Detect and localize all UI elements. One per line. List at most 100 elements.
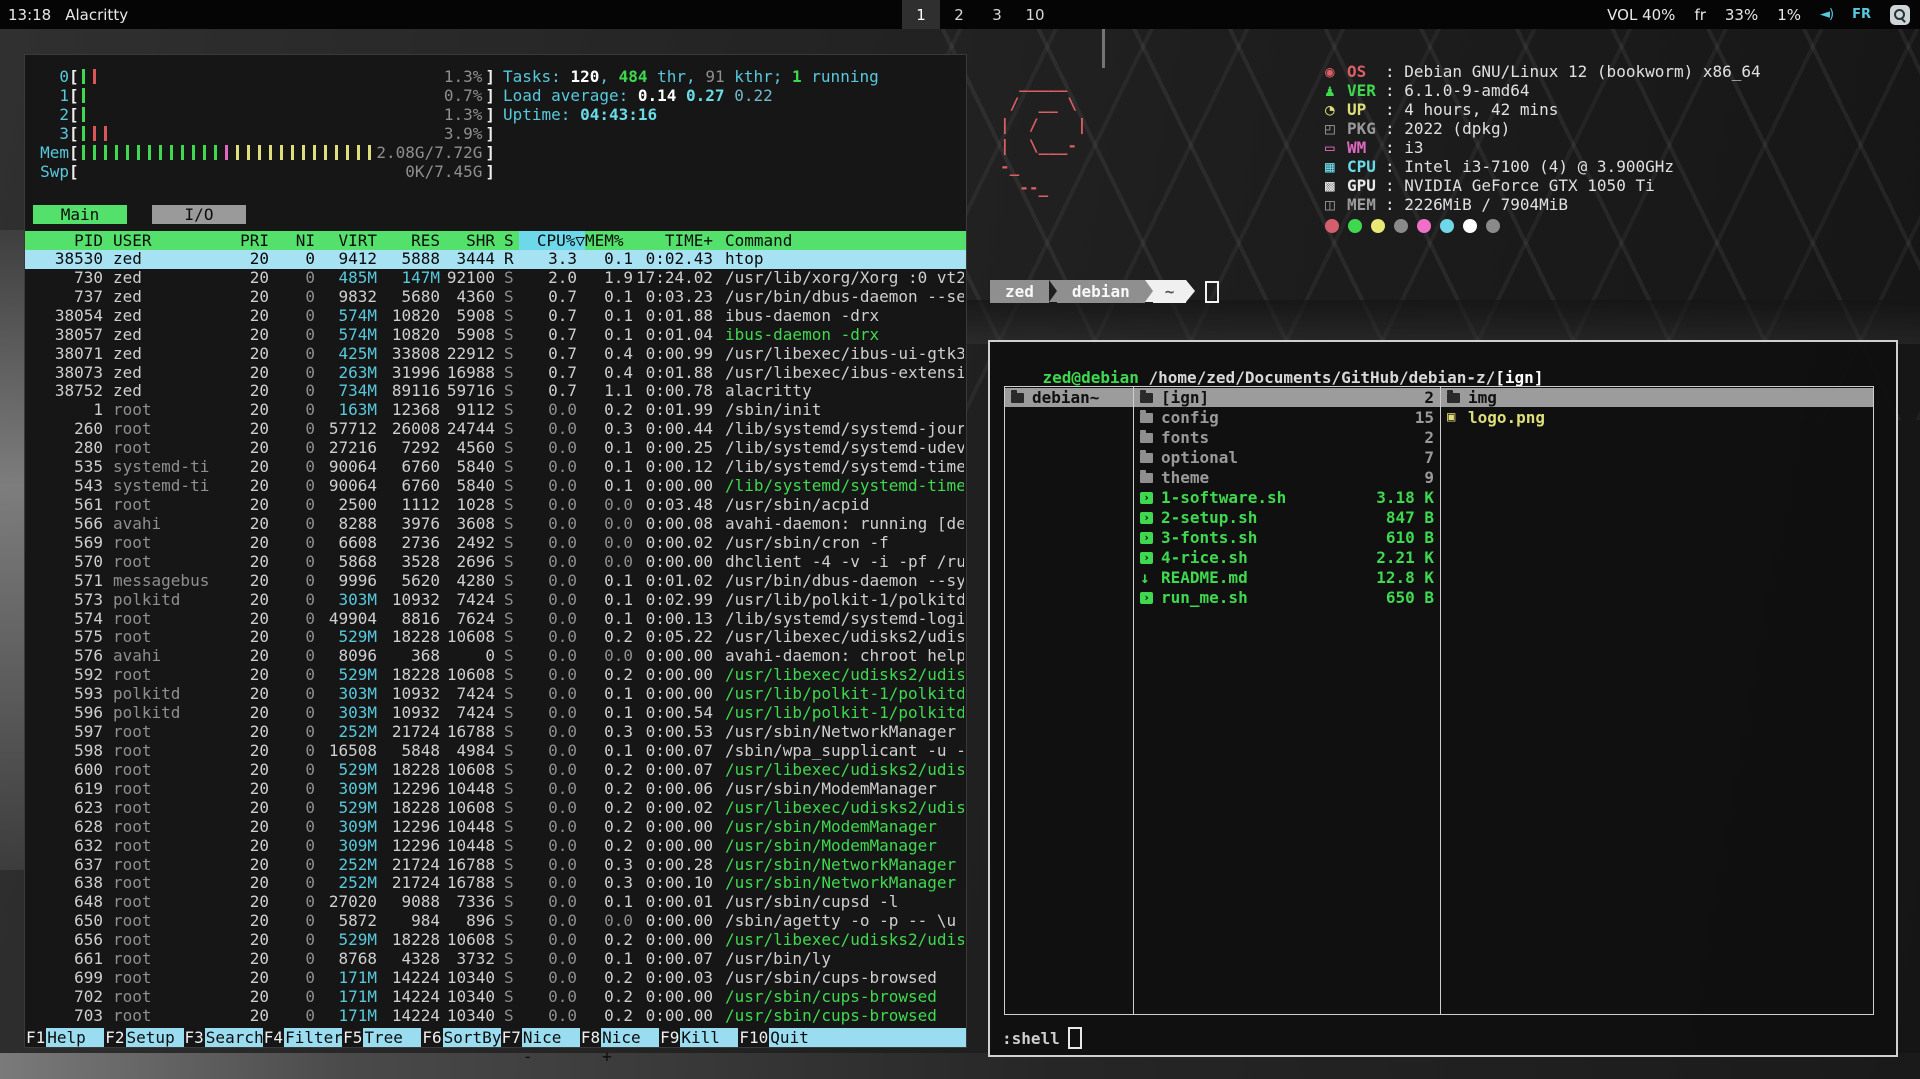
keyboard-layout-badge[interactable]: FR [1852,7,1871,22]
table-row[interactable]: 543systemd-ti2009006467605840S0.00.10:00… [25,477,966,496]
tab-io[interactable]: I/O [152,205,246,224]
file-name: 1-software.sh [1161,488,1376,507]
sysinfo-row: ◉OS : Debian GNU/Linux 12 (bookworm) x86… [1325,62,1761,81]
table-row[interactable]: 571messagebus200999656204280S0.00.10:01.… [25,572,966,591]
table-row[interactable]: 576avahi20080963680S0.00.00:00.00avahi-d… [25,647,966,666]
table-row[interactable]: 638root200252M2172416788S0.00.30:00.10/u… [25,874,966,893]
workspace-button-3[interactable]: 3 [978,0,1016,29]
fkey-f2[interactable]: F2Setup [104,1028,183,1047]
table-row[interactable]: 623root200529M1822810608S0.00.20:00.02/u… [25,799,966,818]
table-row[interactable]: 597root200252M2172416788S0.00.30:00.53/u… [25,723,966,742]
table-row[interactable]: 260root200577122600824744S0.00.30:00.44/… [25,420,966,439]
table-row[interactable]: 600root200529M1822810608S0.00.20:00.07/u… [25,761,966,780]
command-input[interactable]: :shell [1002,1029,1060,1048]
table-row[interactable]: 632root200309M1229610448S0.00.20:00.00/u… [25,837,966,856]
table-row[interactable]: 656root200529M1822810608S0.00.20:00.00/u… [25,931,966,950]
table-row[interactable]: 637root200252M2172416788S0.00.30:00.28/u… [25,856,966,875]
table-row[interactable]: 561root200250011121028S0.00.00:03.48/usr… [25,496,966,515]
table-row[interactable]: 575root200529M1822810608S0.00.20:05.22/u… [25,628,966,647]
table-row[interactable]: 619root200309M1229610448S0.00.20:00.06/u… [25,780,966,799]
list-item[interactable]: run_me.sh650 B [1134,588,1440,607]
table-row[interactable]: 280root2002721672924560S0.00.10:00.25/li… [25,439,966,458]
table-row[interactable]: 650root2005872984896S0.00.00:00.00/sbin/… [25,912,966,931]
list-item[interactable]: debian~ [1005,388,1133,407]
meter-bar [104,126,107,141]
table-row[interactable]: 570root200586835282696S0.00.00:00.00dhcl… [25,553,966,572]
column-header-res[interactable]: RES [377,231,440,250]
column-header-pri[interactable]: PRI [223,231,269,250]
table-row[interactable]: 535systemd-ti2009006467605840S0.00.10:00… [25,458,966,477]
fkey-f10[interactable]: F10Quit [738,1028,966,1047]
list-item[interactable]: 2-setup.sh847 B [1134,508,1440,527]
table-row[interactable]: 38530zed200941258883444R3.30.10:02.43hto… [25,250,966,269]
fkey-f9[interactable]: F9Kill [659,1028,738,1047]
table-row[interactable]: 566avahi200828839763608S0.00.00:00.08ava… [25,515,966,534]
table-row[interactable]: 730zed200485M147M92100S2.01.917:24.02/us… [25,269,966,288]
table-row[interactable]: 38057zed200574M108205908S0.70.10:01.04ib… [25,326,966,345]
fastfetch-output: _____ / __ \ | / | | \___- -_ --_ ◉OS : … [1000,62,1761,233]
column-header-time[interactable]: TIME+ [633,231,713,250]
fkey-f7[interactable]: F7Nice - [501,1028,580,1047]
table-row[interactable]: 1root200163M123689112S0.00.20:01.99/sbin… [25,401,966,420]
workspace-button-2[interactable]: 2 [940,0,978,29]
table-row[interactable]: 628root200309M1229610448S0.00.20:00.00/u… [25,818,966,837]
script-icon [1140,552,1153,564]
table-row[interactable]: 592root200529M1822810608S0.00.20:00.00/u… [25,666,966,685]
list-item[interactable]: README.md12.8 K [1134,568,1440,587]
list-item[interactable]: theme9 [1134,468,1440,487]
table-row[interactable]: 38073zed200263M3199616988S0.70.40:01.88/… [25,364,966,383]
list-item[interactable]: fonts2 [1134,428,1440,447]
fkey-f3[interactable]: F3Search [184,1028,263,1047]
list-item[interactable]: optional7 [1134,448,1440,467]
process-table-header[interactable]: PIDUSERPRINIVIRTRESSHRSCPU%▽MEM%TIME+Com… [25,231,966,250]
fkey-f4[interactable]: F4Filter [263,1028,342,1047]
workspace-button-10[interactable]: 10 [1016,0,1054,29]
table-row[interactable]: 574root2004990488167624S0.00.10:00.13/li… [25,610,966,629]
fkey-f1[interactable]: F1Help [25,1028,104,1047]
table-row[interactable]: 598root2001650858484984S0.00.10:00.07/sb… [25,742,966,761]
file-name: debian~ [1032,388,1127,407]
list-item[interactable]: 1-software.sh3.18 K [1134,488,1440,507]
meter-bar [269,145,272,160]
speaker-icon[interactable]: ◄) [1820,7,1833,22]
list-item[interactable]: 4-rice.sh2.21 K [1134,548,1440,567]
table-row[interactable]: 648root2002702090887336S0.00.10:00.01/us… [25,893,966,912]
sysinfo-label: VER [1347,81,1385,100]
sysinfo-value: Intel i3-7100 (4) @ 3.900GHz [1404,157,1674,176]
table-row[interactable]: 702root200171M1422410340S0.00.20:00.00/u… [25,988,966,1007]
column-header-user[interactable]: USER [113,231,223,250]
table-row[interactable]: 661root200876843283732S0.00.10:00.07/usr… [25,950,966,969]
column-header-cpu[interactable]: CPU%▽ [519,231,585,250]
table-row[interactable]: 737zed200983256804360S0.70.10:03.23/usr/… [25,288,966,307]
table-row[interactable]: 699root200171M1422410340S0.00.20:00.03/u… [25,969,966,988]
magnifier-tray-icon[interactable] [1890,5,1910,25]
table-row[interactable]: 596polkitd200303M109327424S0.00.10:00.54… [25,704,966,723]
folder-icon [1140,393,1153,403]
column-header-pid[interactable]: PID [25,231,103,250]
table-row[interactable]: 593polkitd200303M109327424S0.00.10:00.00… [25,685,966,704]
fkey-f6[interactable]: F6SortBy [421,1028,500,1047]
table-row[interactable]: 38752zed200734M8911659716S0.71.10:00.78a… [25,382,966,401]
folder-icon [1140,413,1153,423]
meter-value: 1.3% [444,105,483,124]
list-item[interactable]: 3-fonts.sh610 B [1134,528,1440,547]
list-item[interactable]: logo.png [1441,408,1873,427]
column-header-shr[interactable]: SHR [440,231,495,250]
list-item[interactable]: img [1441,388,1873,407]
fkey-f8[interactable]: F8Nice + [580,1028,659,1047]
workspace-button-1[interactable]: 1 [902,0,940,29]
fkey-f5[interactable]: F5Tree [342,1028,421,1047]
column-header-cmd[interactable]: Command [725,231,964,250]
tab-main[interactable]: Main [33,205,127,224]
column-header-ni[interactable]: NI [269,231,315,250]
system-info-list: ◉OS : Debian GNU/Linux 12 (bookworm) x86… [1325,62,1761,214]
file-size: 2.21 K [1376,548,1434,567]
column-header-virt[interactable]: VIRT [315,231,377,250]
table-row[interactable]: 38071zed200425M3380822912S0.70.40:00.99/… [25,345,966,364]
table-row[interactable]: 573polkitd200303M109327424S0.00.10:02.99… [25,591,966,610]
table-row[interactable]: 569root200660827362492S0.00.00:00.02/usr… [25,534,966,553]
list-item[interactable]: [ign]2 [1134,388,1440,407]
table-row[interactable]: 703root200171M1422410340S0.00.20:00.00/u… [25,1007,966,1026]
table-row[interactable]: 38054zed200574M108205908S0.70.10:01.88ib… [25,307,966,326]
list-item[interactable]: config15 [1134,408,1440,427]
